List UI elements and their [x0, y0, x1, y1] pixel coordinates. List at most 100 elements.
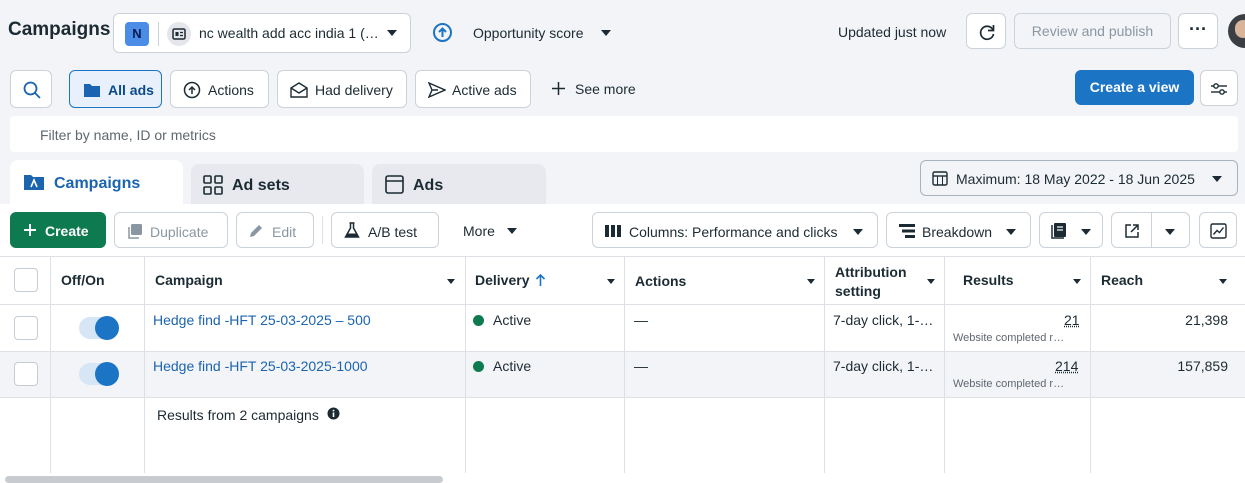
account-selector[interactable]: N nc wealth add acc india 1 (… [113, 13, 411, 53]
header-attribution-line2: setting [835, 283, 881, 299]
account-avatar: N [125, 22, 149, 46]
refresh-icon [979, 25, 995, 41]
refresh-button[interactable] [966, 13, 1006, 49]
plus-icon [24, 224, 36, 236]
chevron-down-icon[interactable] [807, 279, 815, 284]
search-button[interactable] [10, 70, 52, 108]
campaign-name-link[interactable]: Hedge find -HFT 25-03-2025 – 500 [153, 312, 371, 328]
trend-chart-icon [1210, 223, 1227, 239]
grid-icon [203, 175, 223, 195]
duplicate-button[interactable]: Duplicate [114, 212, 228, 248]
active-ads-label: Active ads [452, 82, 517, 98]
create-view-button[interactable]: Create a view [1075, 70, 1194, 105]
results-value[interactable]: 214 [1055, 358, 1078, 374]
header-delivery[interactable]: Delivery [475, 272, 529, 288]
edit-label: Edit [272, 224, 297, 240]
edit-button[interactable]: Edit [236, 212, 314, 248]
results-type: Website completed r… [953, 332, 1065, 344]
active-status-dot [473, 315, 484, 326]
delivery-status-text: Active [493, 312, 532, 328]
chevron-down-icon[interactable] [607, 279, 615, 284]
create-button[interactable]: Create [10, 212, 106, 248]
tab-ads-label: Ads [413, 177, 444, 194]
ab-test-button[interactable]: A/B test [331, 212, 439, 248]
summary-text: Results from 2 campaigns [157, 407, 319, 423]
see-more-label: See more [575, 81, 636, 97]
duplicate-icon [128, 224, 142, 239]
horizontal-scrollbar[interactable] [5, 476, 443, 483]
breakdown-label: Breakdown [922, 224, 993, 240]
arrow-up-circle-icon [183, 81, 201, 99]
select-all-checkbox[interactable] [14, 268, 38, 292]
campaigns-table: Off/On Campaign Delivery Actions Attribu… [0, 256, 1245, 473]
columns-icon [605, 225, 621, 237]
had-delivery-label: Had delivery [315, 82, 393, 98]
charts-button[interactable] [1199, 212, 1237, 248]
reports-icon [1051, 223, 1066, 239]
duplicate-label: Duplicate [150, 224, 209, 240]
campaign-toggle[interactable] [79, 362, 119, 386]
header-campaign[interactable]: Campaign [155, 272, 223, 288]
chevron-down-icon[interactable] [1219, 279, 1227, 284]
review-publish-button[interactable]: Review and publish [1014, 13, 1171, 49]
reach-value: 157,859 [1177, 358, 1228, 374]
envelope-icon [290, 82, 308, 98]
more-menu-button[interactable]: More [451, 212, 531, 248]
tab-campaigns[interactable]: Campaigns [10, 160, 183, 206]
all-ads-filter[interactable]: All ads [69, 70, 162, 108]
columns-label: Columns: Performance and clicks [629, 224, 838, 240]
row-checkbox[interactable] [14, 362, 38, 386]
chevron-down-icon[interactable] [1073, 279, 1081, 284]
campaign-toggle[interactable] [79, 316, 119, 340]
tab-ads[interactable]: Ads [372, 164, 546, 206]
row-checkbox[interactable] [14, 316, 38, 340]
flask-icon [344, 222, 360, 238]
columns-button[interactable]: Columns: Performance and clicks [592, 212, 878, 248]
see-more-button[interactable]: See more [550, 78, 650, 100]
date-range-picker[interactable]: Maximum: 18 May 2022 - 18 Jun 2025 [920, 160, 1238, 196]
chevron-down-icon[interactable] [927, 279, 935, 284]
delivery-status-text: Active [493, 358, 532, 374]
ab-test-label: A/B test [368, 224, 418, 240]
plus-icon [552, 82, 565, 95]
create-label: Create [45, 223, 89, 239]
ad-frame-icon [385, 175, 404, 194]
sliders-icon [1211, 83, 1227, 95]
tab-campaigns-label: Campaigns [54, 175, 141, 192]
sort-up-arrow-icon[interactable] [535, 273, 546, 287]
header-reach[interactable]: Reach [1101, 272, 1143, 288]
had-delivery-filter[interactable]: Had delivery [277, 70, 407, 108]
opportunity-arrow-icon [433, 23, 452, 42]
header-actions[interactable]: Actions [635, 273, 686, 289]
chevron-down-icon [1006, 229, 1016, 235]
divider [158, 22, 159, 46]
info-icon[interactable] [327, 407, 340, 420]
actions-filter[interactable]: Actions [170, 70, 269, 108]
chevron-down-icon [601, 30, 611, 36]
updated-status: Updated just now [838, 24, 947, 40]
folder-icon [84, 84, 100, 97]
export-button[interactable] [1111, 212, 1190, 248]
active-ads-filter[interactable]: Active ads [415, 70, 531, 108]
reports-button[interactable] [1039, 212, 1103, 248]
results-value[interactable]: 21 [1064, 312, 1080, 328]
results-type: Website completed r… [953, 378, 1065, 390]
header-results[interactable]: Results [963, 272, 1014, 288]
attribution-value: 7-day click, 1-… [833, 312, 934, 328]
calendar-icon [932, 171, 948, 186]
breakdown-button[interactable]: Breakdown [886, 212, 1031, 248]
chevron-down-icon[interactable] [447, 279, 455, 284]
campaign-folder-icon [24, 175, 44, 190]
campaign-name-link[interactable]: Hedge find -HFT 25-03-2025-1000 [153, 358, 368, 374]
more-options-button[interactable]: ··· [1178, 13, 1218, 49]
header-attribution[interactable]: Attribution [835, 264, 907, 280]
tab-ad-sets[interactable]: Ad sets [191, 164, 364, 206]
filter-settings-button[interactable] [1200, 70, 1238, 106]
date-range-label: Maximum: 18 May 2022 - 18 Jun 2025 [956, 171, 1195, 187]
page-title: Campaigns [8, 19, 111, 40]
actions-value: — [634, 358, 648, 374]
attribution-value: 7-day click, 1-… [833, 358, 934, 374]
search-input[interactable]: Filter by name, ID or metrics [10, 116, 1238, 152]
delivery-status: Active [473, 312, 531, 328]
search-icon [23, 81, 41, 99]
